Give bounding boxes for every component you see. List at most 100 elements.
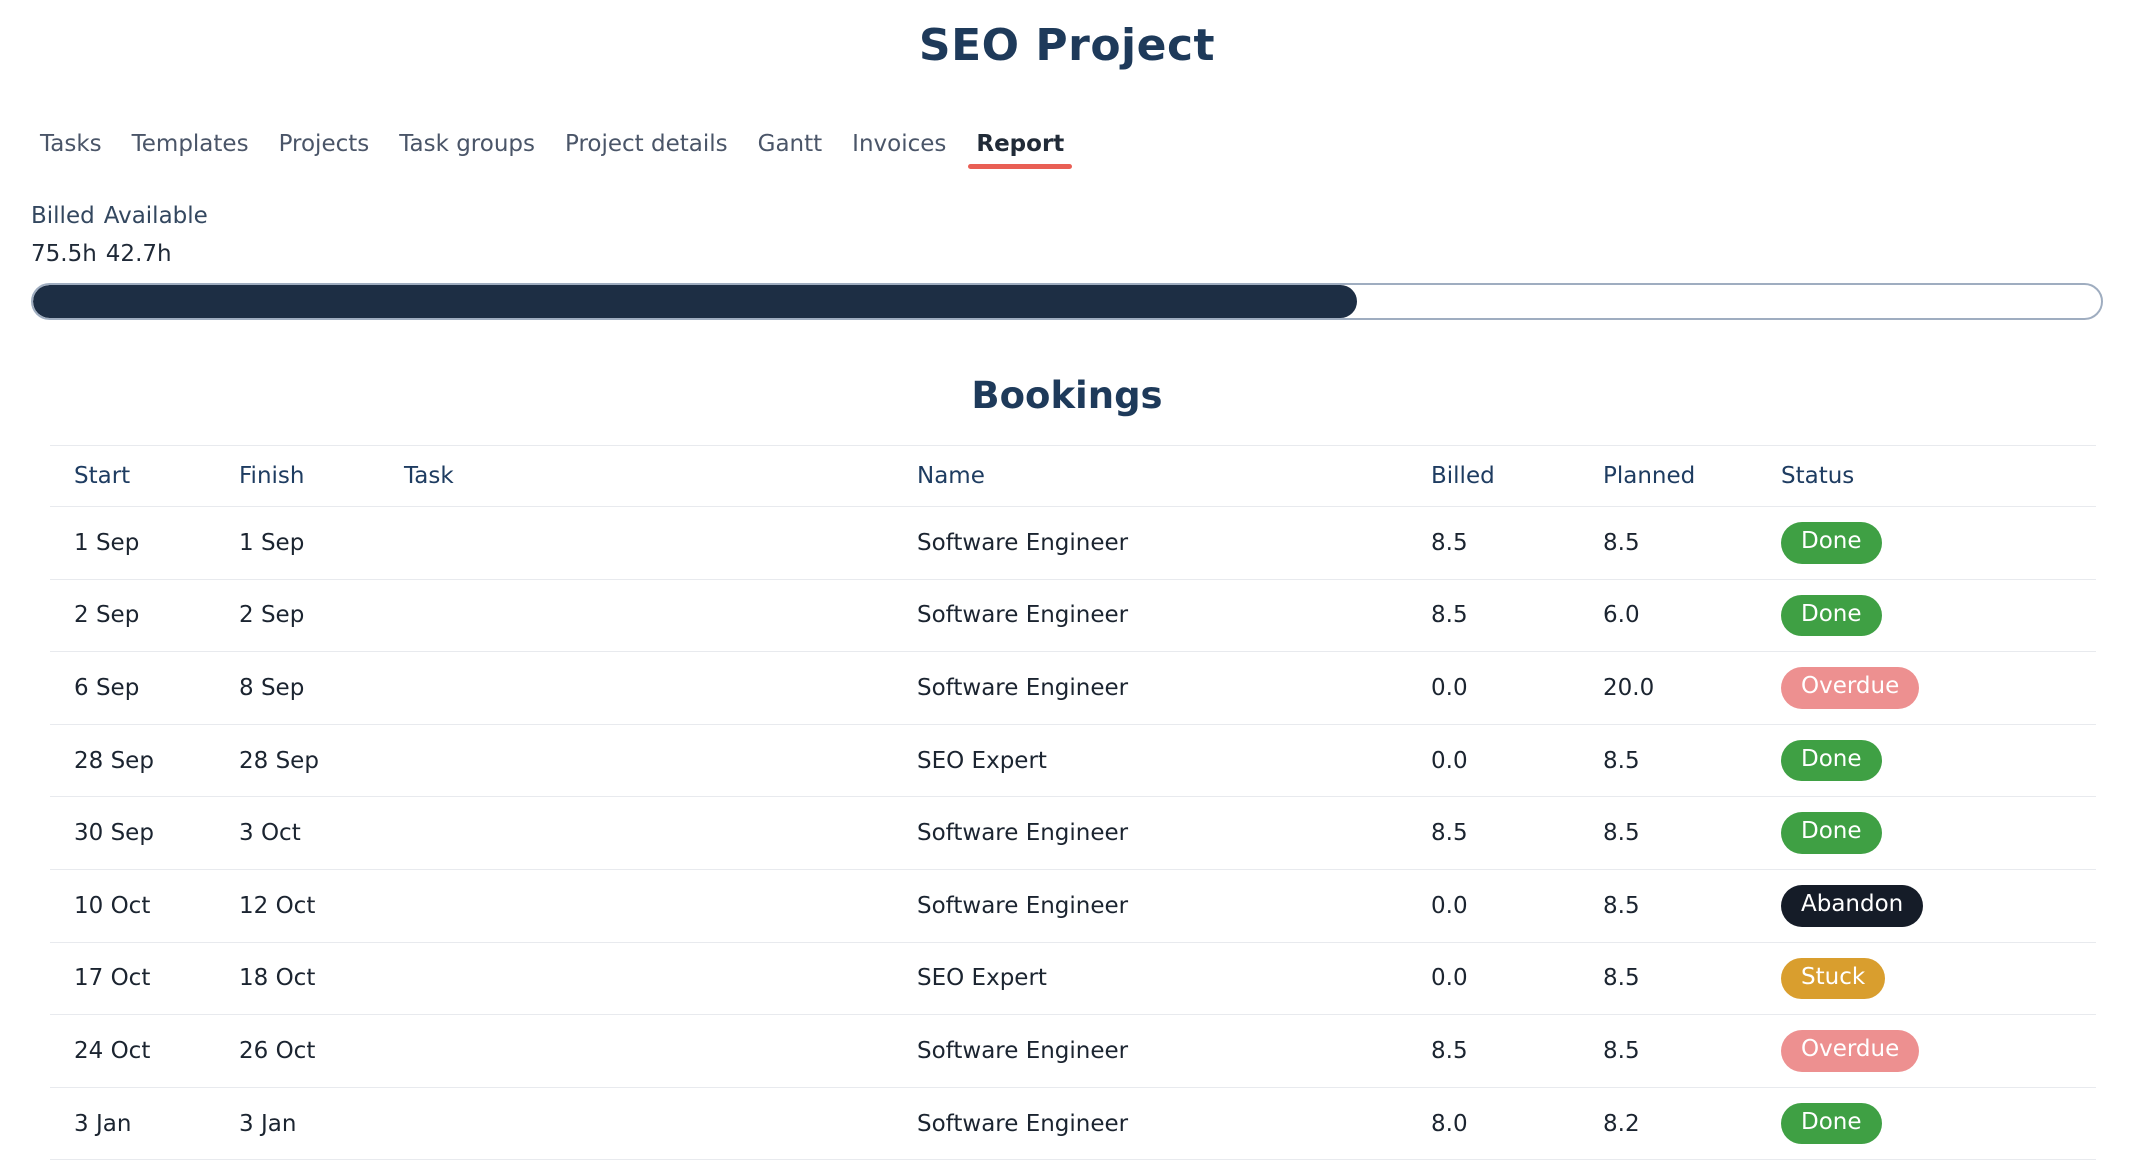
cell-status: Done bbox=[1757, 797, 2096, 870]
table-row[interactable]: 24 Oct 26 Oct Software Engineer 8.5 8.5 … bbox=[50, 1015, 2096, 1088]
status-badge: Done bbox=[1781, 1103, 1882, 1145]
cell-task bbox=[380, 1015, 893, 1088]
cell-start: 24 Oct bbox=[50, 1015, 215, 1088]
cell-task bbox=[380, 579, 893, 652]
status-badge: Stuck bbox=[1781, 958, 1885, 1000]
status-badge: Overdue bbox=[1781, 1030, 1919, 1072]
cell-status: Stuck bbox=[1757, 942, 2096, 1015]
status-badge: Done bbox=[1781, 812, 1882, 854]
cell-billed: 8.0 bbox=[1407, 1087, 1579, 1160]
tab-gantt[interactable]: Gantt bbox=[756, 127, 825, 167]
cell-billed: 0.0 bbox=[1407, 942, 1579, 1015]
cell-finish: 2 Sep bbox=[215, 579, 380, 652]
cell-start: 3 Jan bbox=[50, 1087, 215, 1160]
cell-billed: 8.5 bbox=[1407, 579, 1579, 652]
col-name: Name bbox=[893, 446, 1407, 507]
table-row[interactable]: 1 Sep 1 Sep Software Engineer 8.5 8.5 Do… bbox=[50, 507, 2096, 580]
cell-task bbox=[380, 724, 893, 797]
cell-name: Software Engineer bbox=[893, 869, 1407, 942]
cell-billed: 0.0 bbox=[1407, 652, 1579, 725]
legend-values: 75.5h 42.7h bbox=[31, 241, 2134, 267]
progress-fill bbox=[33, 285, 1357, 318]
cell-start: 10 Oct bbox=[50, 869, 215, 942]
table-row[interactable]: 6 Sep 8 Sep Software Engineer 0.0 20.0 O… bbox=[50, 652, 2096, 725]
progress-legend: Billed Available 75.5h 42.7h bbox=[31, 203, 2134, 267]
col-billed: Billed bbox=[1407, 446, 1579, 507]
tab-bar: Tasks Templates Projects Task groups Pro… bbox=[0, 127, 2134, 167]
table-row[interactable]: 3 Jan 3 Jan Software Engineer 8.0 8.2 Do… bbox=[50, 1087, 2096, 1160]
legend-labels: Billed Available bbox=[31, 203, 2134, 229]
cell-finish: 28 Sep bbox=[215, 724, 380, 797]
cell-name: SEO Expert bbox=[893, 942, 1407, 1015]
cell-task bbox=[380, 1087, 893, 1160]
table-row[interactable]: 17 Oct 18 Oct SEO Expert 0.0 8.5 Stuck bbox=[50, 942, 2096, 1015]
tab-invoices[interactable]: Invoices bbox=[850, 127, 948, 167]
page-title: SEO Project bbox=[0, 20, 2134, 71]
cell-billed: 8.5 bbox=[1407, 1015, 1579, 1088]
status-badge: Abandon bbox=[1781, 885, 1923, 927]
cell-name: Software Engineer bbox=[893, 579, 1407, 652]
cell-start: 2 Sep bbox=[50, 579, 215, 652]
cell-finish: 3 Oct bbox=[215, 797, 380, 870]
table-row[interactable]: 30 Sep 3 Oct Software Engineer 8.5 8.5 D… bbox=[50, 797, 2096, 870]
table-row[interactable]: 2 Sep 2 Sep Software Engineer 8.5 6.0 Do… bbox=[50, 579, 2096, 652]
cell-start: 30 Sep bbox=[50, 797, 215, 870]
available-label: Available bbox=[104, 203, 208, 229]
cell-planned: 6.0 bbox=[1579, 579, 1757, 652]
cell-planned: 8.5 bbox=[1579, 797, 1757, 870]
table-header: Start Finish Task Name Billed Planned St… bbox=[50, 446, 2096, 507]
cell-name: Software Engineer bbox=[893, 1087, 1407, 1160]
tab-templates[interactable]: Templates bbox=[130, 127, 251, 167]
cell-finish: 1 Sep bbox=[215, 507, 380, 580]
cell-status: Abandon bbox=[1757, 869, 2096, 942]
tab-task-groups[interactable]: Task groups bbox=[397, 127, 537, 167]
cell-start: 1 Sep bbox=[50, 507, 215, 580]
col-planned: Planned bbox=[1579, 446, 1757, 507]
tab-projects[interactable]: Projects bbox=[277, 127, 372, 167]
cell-planned: 20.0 bbox=[1579, 652, 1757, 725]
cell-planned: 8.5 bbox=[1579, 869, 1757, 942]
available-value: 42.7h bbox=[106, 241, 172, 267]
col-status: Status bbox=[1757, 446, 2096, 507]
cell-name: Software Engineer bbox=[893, 652, 1407, 725]
tab-report[interactable]: Report bbox=[974, 127, 1066, 167]
cell-name: SEO Expert bbox=[893, 724, 1407, 797]
bookings-table: Start Finish Task Name Billed Planned St… bbox=[50, 445, 2096, 1160]
cell-start: 28 Sep bbox=[50, 724, 215, 797]
status-badge: Done bbox=[1781, 740, 1882, 782]
cell-start: 17 Oct bbox=[50, 942, 215, 1015]
table-row[interactable]: 10 Oct 12 Oct Software Engineer 0.0 8.5 … bbox=[50, 869, 2096, 942]
cell-task bbox=[380, 652, 893, 725]
cell-finish: 26 Oct bbox=[215, 1015, 380, 1088]
cell-planned: 8.2 bbox=[1579, 1087, 1757, 1160]
col-task: Task bbox=[380, 446, 893, 507]
cell-billed: 8.5 bbox=[1407, 507, 1579, 580]
tab-tasks[interactable]: Tasks bbox=[38, 127, 104, 167]
cell-status: Done bbox=[1757, 1087, 2096, 1160]
cell-name: Software Engineer bbox=[893, 797, 1407, 870]
billed-label: Billed bbox=[31, 203, 95, 229]
cell-finish: 12 Oct bbox=[215, 869, 380, 942]
cell-status: Done bbox=[1757, 507, 2096, 580]
cell-status: Done bbox=[1757, 579, 2096, 652]
tab-project-details[interactable]: Project details bbox=[563, 127, 730, 167]
cell-billed: 0.0 bbox=[1407, 869, 1579, 942]
cell-billed: 8.5 bbox=[1407, 797, 1579, 870]
cell-name: Software Engineer bbox=[893, 1015, 1407, 1088]
cell-status: Overdue bbox=[1757, 652, 2096, 725]
cell-planned: 8.5 bbox=[1579, 724, 1757, 797]
cell-finish: 3 Jan bbox=[215, 1087, 380, 1160]
cell-finish: 8 Sep bbox=[215, 652, 380, 725]
cell-planned: 8.5 bbox=[1579, 1015, 1757, 1088]
status-badge: Overdue bbox=[1781, 667, 1919, 709]
status-badge: Done bbox=[1781, 595, 1882, 637]
cell-status: Done bbox=[1757, 724, 2096, 797]
table-row[interactable]: 28 Sep 28 Sep SEO Expert 0.0 8.5 Done bbox=[50, 724, 2096, 797]
cell-task bbox=[380, 797, 893, 870]
billed-value: 75.5h bbox=[31, 241, 97, 267]
cell-task bbox=[380, 942, 893, 1015]
bookings-title: Bookings bbox=[0, 374, 2134, 417]
cell-billed: 0.0 bbox=[1407, 724, 1579, 797]
cell-finish: 18 Oct bbox=[215, 942, 380, 1015]
status-badge: Done bbox=[1781, 522, 1882, 564]
